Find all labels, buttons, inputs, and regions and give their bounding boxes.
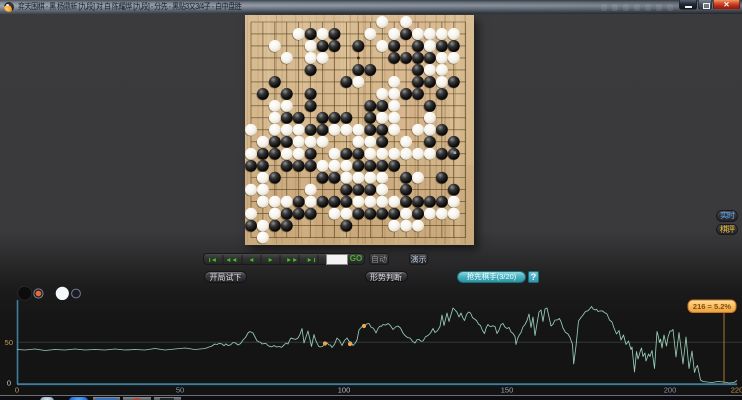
svg-text:220: 220 — [731, 386, 742, 395]
svg-text:50: 50 — [176, 386, 184, 395]
svg-text:216 = 5.2%: 216 = 5.2% — [693, 302, 731, 311]
svg-text:0: 0 — [7, 379, 11, 388]
svg-text:200: 200 — [664, 386, 677, 395]
svg-text:150: 150 — [501, 386, 514, 395]
svg-text:50: 50 — [5, 338, 13, 347]
svg-text:0: 0 — [15, 386, 19, 395]
svg-text:100: 100 — [338, 386, 351, 395]
